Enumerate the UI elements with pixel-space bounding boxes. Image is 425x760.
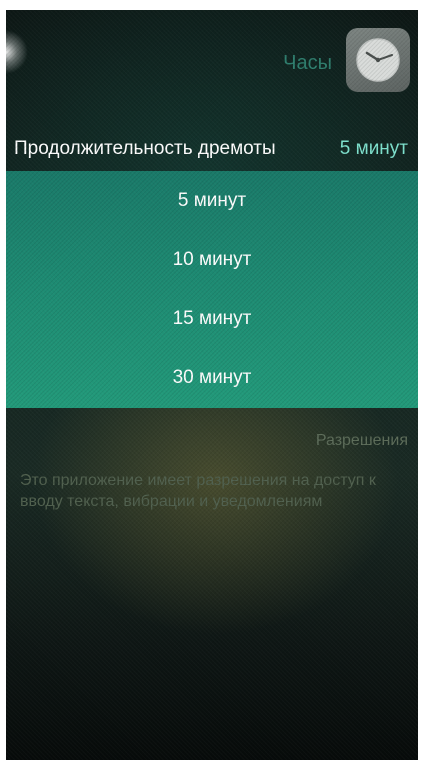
snooze-duration-setting[interactable]: Продолжительность дремоты 5 минут — [6, 127, 418, 171]
permissions-title: Разрешения — [315, 432, 408, 449]
app-header: Часы — [6, 10, 418, 120]
permissions-description: Это приложение имеет разрешения на досту… — [20, 472, 376, 510]
clock-icon — [346, 28, 410, 92]
option-5-minutes[interactable]: 5 минут — [6, 171, 418, 230]
option-15-minutes[interactable]: 15 минут — [6, 289, 418, 348]
app-title: Часы — [283, 52, 332, 74]
option-30-minutes[interactable]: 30 минут — [6, 348, 418, 407]
snooze-duration-value[interactable]: 5 минут — [340, 138, 408, 160]
snooze-duration-dropdown: 5 минут 10 минут 15 минут 30 минут — [6, 171, 418, 408]
snooze-duration-label: Продолжительность дремоты — [14, 138, 276, 159]
app-screen: Часы Продолжительность дремоты 5 минут 5… — [6, 10, 418, 760]
option-10-minutes[interactable]: 10 минут — [6, 230, 418, 289]
